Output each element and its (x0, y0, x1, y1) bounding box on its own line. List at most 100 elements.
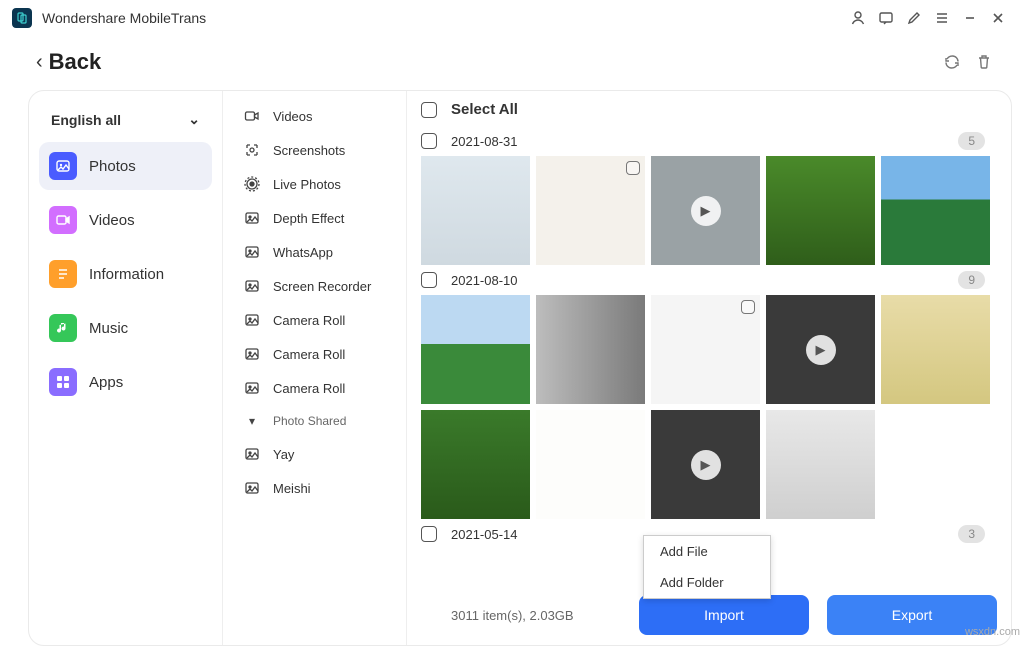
minimize-icon[interactable] (956, 4, 984, 32)
image-icon (241, 244, 263, 260)
category-sidebar: English all ⌄ Photos Videos Information Mus… (29, 91, 223, 645)
photo-thumbnail[interactable] (421, 156, 530, 265)
photos-icon (49, 152, 77, 180)
photo-thumbnail[interactable]: ▶ (651, 156, 760, 265)
photo-thumbnail[interactable] (536, 156, 645, 265)
source-item[interactable]: Camera Roll (223, 303, 406, 337)
source-label: Depth Effect (273, 211, 344, 226)
photo-thumbnail[interactable] (766, 156, 875, 265)
count-badge: 3 (958, 525, 985, 543)
close-icon[interactable] (984, 4, 1012, 32)
source-item[interactable]: Meishi (223, 471, 406, 505)
source-label: WhatsApp (273, 245, 333, 260)
trash-icon[interactable] (968, 46, 1000, 78)
image-icon (241, 210, 263, 226)
account-icon[interactable] (844, 4, 872, 32)
source-item[interactable]: Screen Recorder (223, 269, 406, 303)
image-icon (241, 346, 263, 362)
screenshot-icon (241, 142, 263, 158)
feedback-icon[interactable] (872, 4, 900, 32)
live-icon (241, 176, 263, 192)
app-title: Wondershare MobileTrans (42, 10, 206, 26)
select-all-label: Select All (451, 101, 518, 118)
category-videos[interactable]: Videos (39, 196, 212, 244)
category-label: Photos (89, 158, 136, 175)
image-icon (241, 480, 263, 496)
photo-thumbnail[interactable] (536, 295, 645, 404)
thumb-checkbox[interactable] (626, 161, 640, 175)
category-label: Music (89, 320, 128, 337)
date-label: 2021-08-31 (451, 134, 518, 149)
language-selector[interactable]: English all ⌄ (39, 105, 212, 134)
date-checkbox[interactable] (421, 133, 437, 149)
date-label: 2021-05-14 (451, 527, 518, 542)
play-icon: ▶ (691, 196, 721, 226)
thumb-checkbox[interactable] (741, 300, 755, 314)
category-label: Information (89, 266, 164, 283)
photo-thumbnail[interactable] (421, 410, 530, 519)
source-label: Camera Roll (273, 313, 345, 328)
photo-thumbnail[interactable] (536, 410, 645, 519)
source-label: Camera Roll (273, 381, 345, 396)
source-item[interactable]: Yay (223, 437, 406, 471)
category-apps[interactable]: Apps (39, 358, 212, 406)
chevron-down-icon: ▾ (241, 414, 263, 428)
refresh-icon[interactable] (936, 46, 968, 78)
count-badge: 5 (958, 132, 985, 150)
source-item[interactable]: Depth Effect (223, 201, 406, 235)
category-label: Apps (89, 374, 123, 391)
add-file-menuitem[interactable]: Add File (644, 536, 770, 567)
source-item[interactable]: WhatsApp (223, 235, 406, 269)
source-item[interactable]: Camera Roll (223, 371, 406, 405)
source-item[interactable]: Camera Roll (223, 337, 406, 371)
date-checkbox[interactable] (421, 272, 437, 288)
info-icon (49, 260, 77, 288)
image-icon (241, 380, 263, 396)
footer-summary: 3011 item(s), 2.03GB (451, 608, 574, 623)
back-label: Back (49, 49, 102, 75)
app-logo (12, 8, 32, 28)
category-label: Videos (89, 212, 135, 229)
music-icon (49, 314, 77, 342)
photo-thumbnail[interactable]: ▶ (651, 410, 760, 519)
source-label: Yay (273, 447, 294, 462)
source-label: Photo Shared (273, 414, 346, 428)
language-label: English all (51, 112, 121, 128)
category-photos[interactable]: Photos (39, 142, 212, 190)
photo-thumbnail[interactable] (766, 410, 875, 519)
back-button[interactable]: ‹ Back (36, 49, 101, 75)
add-folder-menuitem[interactable]: Add Folder (644, 567, 770, 598)
image-icon (241, 312, 263, 328)
photo-thumbnail[interactable] (421, 295, 530, 404)
source-label: Camera Roll (273, 347, 345, 362)
source-item[interactable]: Screenshots (223, 133, 406, 167)
source-item[interactable]: Videos (223, 99, 406, 133)
date-checkbox[interactable] (421, 526, 437, 542)
chevron-down-icon: ⌄ (188, 111, 200, 128)
import-button[interactable]: Import (639, 595, 809, 635)
photo-thumbnail[interactable] (881, 156, 990, 265)
select-all-checkbox[interactable] (421, 102, 437, 118)
import-context-menu: Add File Add Folder (643, 535, 771, 599)
content-area: Select All 2021-08-31 5 ▶ 2021-08-10 9 ▶ ▶ 2021… (407, 91, 1011, 645)
edit-icon[interactable] (900, 4, 928, 32)
category-music[interactable]: Music (39, 304, 212, 352)
source-label: Screenshots (273, 143, 345, 158)
source-item[interactable]: ▾ Photo Shared (223, 405, 406, 437)
photo-thumbnail[interactable] (651, 295, 760, 404)
category-info[interactable]: Information (39, 250, 212, 298)
source-label: Screen Recorder (273, 279, 371, 294)
source-item[interactable]: Live Photos (223, 167, 406, 201)
image-icon (241, 278, 263, 294)
photo-thumbnail[interactable] (881, 295, 990, 404)
chevron-left-icon: ‹ (36, 51, 43, 74)
photo-thumbnail[interactable]: ▶ (766, 295, 875, 404)
play-icon: ▶ (691, 450, 721, 480)
date-label: 2021-08-10 (451, 273, 518, 288)
videos-icon (49, 206, 77, 234)
menu-icon[interactable] (928, 4, 956, 32)
source-label: Live Photos (273, 177, 341, 192)
apps-icon (49, 368, 77, 396)
count-badge: 9 (958, 271, 985, 289)
video-icon (241, 108, 263, 124)
